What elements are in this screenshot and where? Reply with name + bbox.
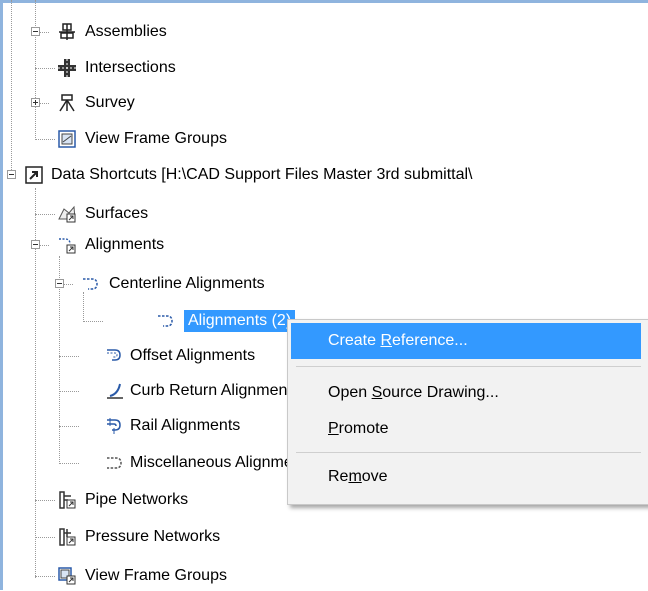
tree-item-label: Survey <box>85 94 135 111</box>
tree-item-assemblies[interactable]: Assemblies <box>0 17 400 47</box>
alignment-icon <box>158 315 173 327</box>
tree-item-label: Centerline Alignments <box>109 275 265 292</box>
tree-item-label: Rail Alignments <box>130 417 241 434</box>
centerline-alignment-icon <box>83 278 98 290</box>
collapse-toggle[interactable] <box>55 279 64 288</box>
pressure-networks-icon <box>59 528 76 546</box>
view-frame-groups-icon <box>58 567 76 585</box>
offset-alignment-icon <box>107 349 121 361</box>
menu-item-promote[interactable]: Promote <box>291 411 641 447</box>
tree-item-label: Pressure Networks <box>85 528 221 545</box>
menu-item-open-source-drawing[interactable]: Open Source Drawing... <box>291 375 641 411</box>
tree-item-centerline-alignments[interactable]: Centerline Alignments <box>0 269 400 299</box>
tree-item-data-shortcuts[interactable]: Data Shortcuts [H:\CAD Support Files Mas… <box>0 160 648 190</box>
menu-separator <box>296 366 641 367</box>
tree-item-pressure-networks[interactable]: Pressure Networks <box>0 522 400 552</box>
expand-toggle[interactable] <box>31 27 40 36</box>
tree-item-label: Intersections <box>85 59 176 76</box>
tree-item-label: Data Shortcuts [H:\CAD Support Files Mas… <box>51 166 473 183</box>
tree-item-label: Surfaces <box>85 205 149 222</box>
tree-item-view-frame-groups[interactable]: View Frame Groups <box>0 124 400 154</box>
rail-alignment-icon <box>107 418 121 434</box>
expand-toggle[interactable] <box>31 98 40 107</box>
misc-alignment-icon <box>107 457 122 469</box>
intersections-icon <box>58 59 76 77</box>
context-menu: Create Reference... Open Source Drawing.… <box>287 319 648 505</box>
view-frame-groups-icon <box>58 130 76 148</box>
tree-item-label: Pipe Networks <box>85 491 189 508</box>
tree-item-view-frame-groups-2[interactable]: View Frame Groups <box>0 561 400 591</box>
tree-item-intersections[interactable]: Intersections <box>0 53 400 83</box>
alignments-icon <box>59 238 76 254</box>
survey-icon <box>59 94 75 112</box>
tree-item-label: Alignments <box>85 236 165 253</box>
tree-item-survey[interactable]: Survey <box>0 88 400 118</box>
tree-item-label: Assemblies <box>85 23 167 40</box>
tree-item-label: Curb Return Alignments <box>130 382 300 399</box>
curb-return-icon <box>107 383 123 399</box>
shortcut-arrow-icon <box>25 166 43 184</box>
collapse-toggle[interactable] <box>31 240 40 249</box>
surfaces-icon <box>58 205 76 223</box>
assemblies-icon <box>59 23 75 40</box>
menu-item-create-reference[interactable]: Create Reference... <box>291 323 641 359</box>
tree-item-surfaces[interactable]: Surfaces <box>0 199 400 229</box>
tree-item-alignments[interactable]: Alignments <box>0 230 400 260</box>
tree-item-label: View Frame Groups <box>85 567 227 584</box>
tree-item-label: View Frame Groups <box>85 130 227 147</box>
collapse-toggle[interactable] <box>7 170 16 179</box>
menu-separator <box>296 452 641 453</box>
pipe-networks-icon <box>59 491 76 509</box>
tree-item-label: Offset Alignments <box>130 347 256 364</box>
menu-item-remove[interactable]: Remove <box>291 459 641 495</box>
tree-item-label: Alignments (2) <box>184 310 296 332</box>
